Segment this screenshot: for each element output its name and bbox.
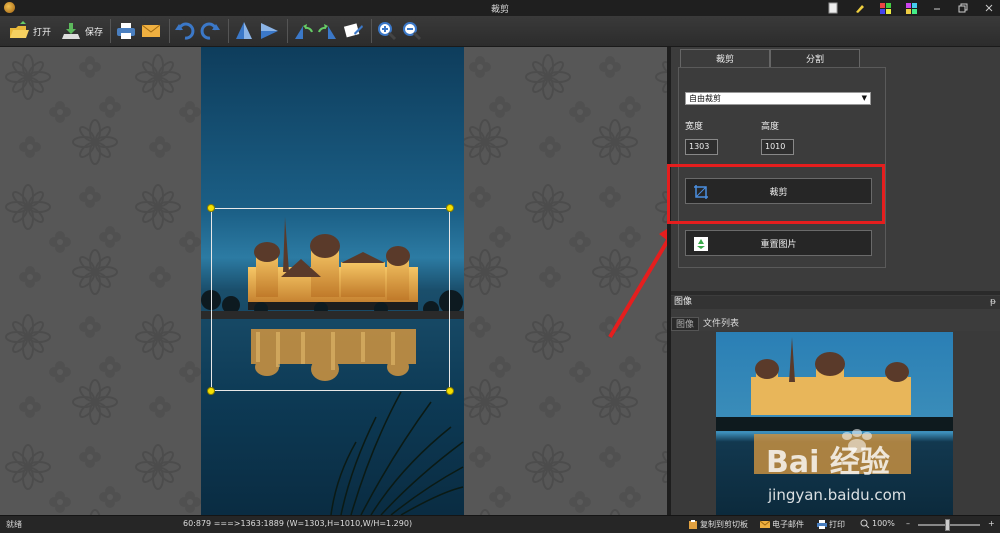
crop-selection-rect[interactable]: [211, 208, 450, 391]
edit-image-icon: [343, 23, 364, 38]
print-status-button[interactable]: 打印: [817, 519, 845, 530]
zoom-out-button[interactable]: [401, 18, 423, 44]
crop-handle-top-right[interactable]: [446, 204, 454, 212]
save-label: 保存: [85, 27, 104, 38]
watermark-url: jingyan.baidu.com: [767, 486, 906, 504]
title-bar-controls: [826, 1, 996, 15]
open-label: 打开: [33, 27, 52, 38]
document-icon[interactable]: [826, 1, 840, 15]
printer-small-icon: [817, 520, 827, 529]
rotate-left-icon: [295, 24, 313, 39]
pencil-icon[interactable]: [852, 1, 866, 15]
preview-thumbnail[interactable]: Bai 经验 jingyan.baidu.com: [716, 332, 953, 515]
main-toolbar: 打开 保存: [0, 16, 1000, 47]
panel-tabs: 裁剪 分割: [680, 49, 860, 67]
app-window: 裁剪 打开 保存 裁剪 分割 自由裁剪 ▼ 宽度 高度 1303 1010 裁剪…: [0, 0, 1000, 533]
rotate-right-button[interactable]: [317, 18, 339, 44]
edit-image-button[interactable]: [342, 18, 364, 44]
email-label: 电子邮件: [772, 520, 804, 529]
reset-image-label: 重置图片: [760, 239, 797, 250]
preview-area: Bai 经验 jingyan.baidu.com: [671, 331, 1000, 515]
pin-icon[interactable]: ᵽ: [990, 296, 996, 309]
rotate-left-button[interactable]: [292, 18, 314, 44]
tab-crop[interactable]: 裁剪: [680, 49, 770, 67]
chevron-down-icon: ▼: [861, 94, 867, 102]
clipboard-icon: [689, 520, 697, 529]
palette-icon[interactable]: [878, 1, 892, 15]
title-bar: 裁剪: [0, 0, 1000, 16]
status-bar: 就绪 60:879 ===>1363:1889 (W=1303,H=1010,W…: [0, 515, 1000, 533]
image-canvas[interactable]: [0, 47, 667, 515]
width-label: 宽度: [685, 122, 704, 132]
watermark-logo: Bai 经验: [766, 445, 890, 480]
crop-mode-value: 自由裁剪: [689, 94, 721, 103]
copy-clipboard-label: 复制到剪切板: [700, 520, 748, 529]
highlight-box: [667, 164, 885, 224]
toolbar-separator: [110, 19, 112, 43]
zoom-slider-thumb[interactable]: [945, 519, 950, 531]
height-field[interactable]: 1010: [761, 139, 794, 155]
save-icon: [62, 23, 81, 39]
status-ready: 就绪: [6, 520, 22, 529]
toolbar-separator: [371, 19, 373, 43]
email-button[interactable]: [140, 18, 162, 44]
toolbar-separator: [287, 19, 289, 43]
mail-icon: [760, 520, 770, 528]
zoom-in-button[interactable]: [376, 18, 398, 44]
undo-icon: [175, 22, 195, 40]
toolbar-separator: [169, 19, 171, 43]
print-label: 打印: [829, 520, 845, 529]
flip-horizontal-button[interactable]: [258, 18, 280, 44]
section-divider[interactable]: [671, 291, 1000, 295]
image-section-header: 图像 ᵽ: [671, 296, 1000, 309]
redo-button[interactable]: [199, 18, 221, 44]
reset-image-button[interactable]: 重置图片: [685, 230, 872, 256]
save-button[interactable]: 保存: [60, 18, 103, 44]
tab-split[interactable]: 分割: [770, 49, 860, 67]
image-section-title: 图像: [674, 297, 693, 307]
zoom-out-icon: [403, 22, 422, 41]
printer-icon: [117, 23, 136, 39]
zoom-in-icon: [378, 22, 397, 41]
height-label: 高度: [761, 122, 780, 132]
envelope-icon: [141, 24, 161, 37]
undo-button[interactable]: [174, 18, 196, 44]
width-field[interactable]: 1303: [685, 139, 718, 155]
zoom-out-small-button[interactable]: –: [906, 519, 910, 528]
close-icon[interactable]: [982, 1, 996, 15]
image-section-tabs: 图像 文件列表: [671, 317, 743, 331]
crop-handle-bottom-left[interactable]: [207, 387, 215, 395]
status-coordinates: 60:879 ===>1363:1889 (W=1303,H=1010,W/H=…: [183, 519, 413, 528]
crop-mode-select[interactable]: 自由裁剪 ▼: [685, 92, 871, 105]
copy-clipboard-button[interactable]: 复制到剪切板: [688, 519, 748, 530]
zoom-level: 100%: [860, 519, 895, 528]
flip-horizontal-icon: [261, 23, 279, 39]
open-button[interactable]: 打开: [8, 18, 51, 44]
color-grid-icon[interactable]: [904, 1, 918, 15]
rotate-right-icon: [318, 24, 337, 39]
magnifier-icon: [860, 519, 870, 528]
zoom-in-small-button[interactable]: +: [988, 519, 995, 528]
toolbar-separator: [228, 19, 230, 43]
zoom-value: 100%: [872, 519, 895, 528]
crop-handle-bottom-right[interactable]: [446, 387, 454, 395]
tab-file-list[interactable]: 文件列表: [699, 317, 743, 331]
recycle-icon: [694, 237, 708, 251]
tab-image[interactable]: 图像: [671, 317, 700, 331]
redo-icon: [200, 22, 221, 40]
email-status-button[interactable]: 电子邮件: [760, 519, 804, 530]
minimize-icon[interactable]: [930, 1, 944, 15]
restore-icon[interactable]: [956, 1, 970, 15]
print-button[interactable]: [115, 18, 137, 44]
flip-vertical-icon: [236, 22, 253, 39]
crop-handle-top-left[interactable]: [207, 204, 215, 212]
open-folder-icon: [10, 21, 29, 38]
flip-vertical-button[interactable]: [233, 18, 255, 44]
